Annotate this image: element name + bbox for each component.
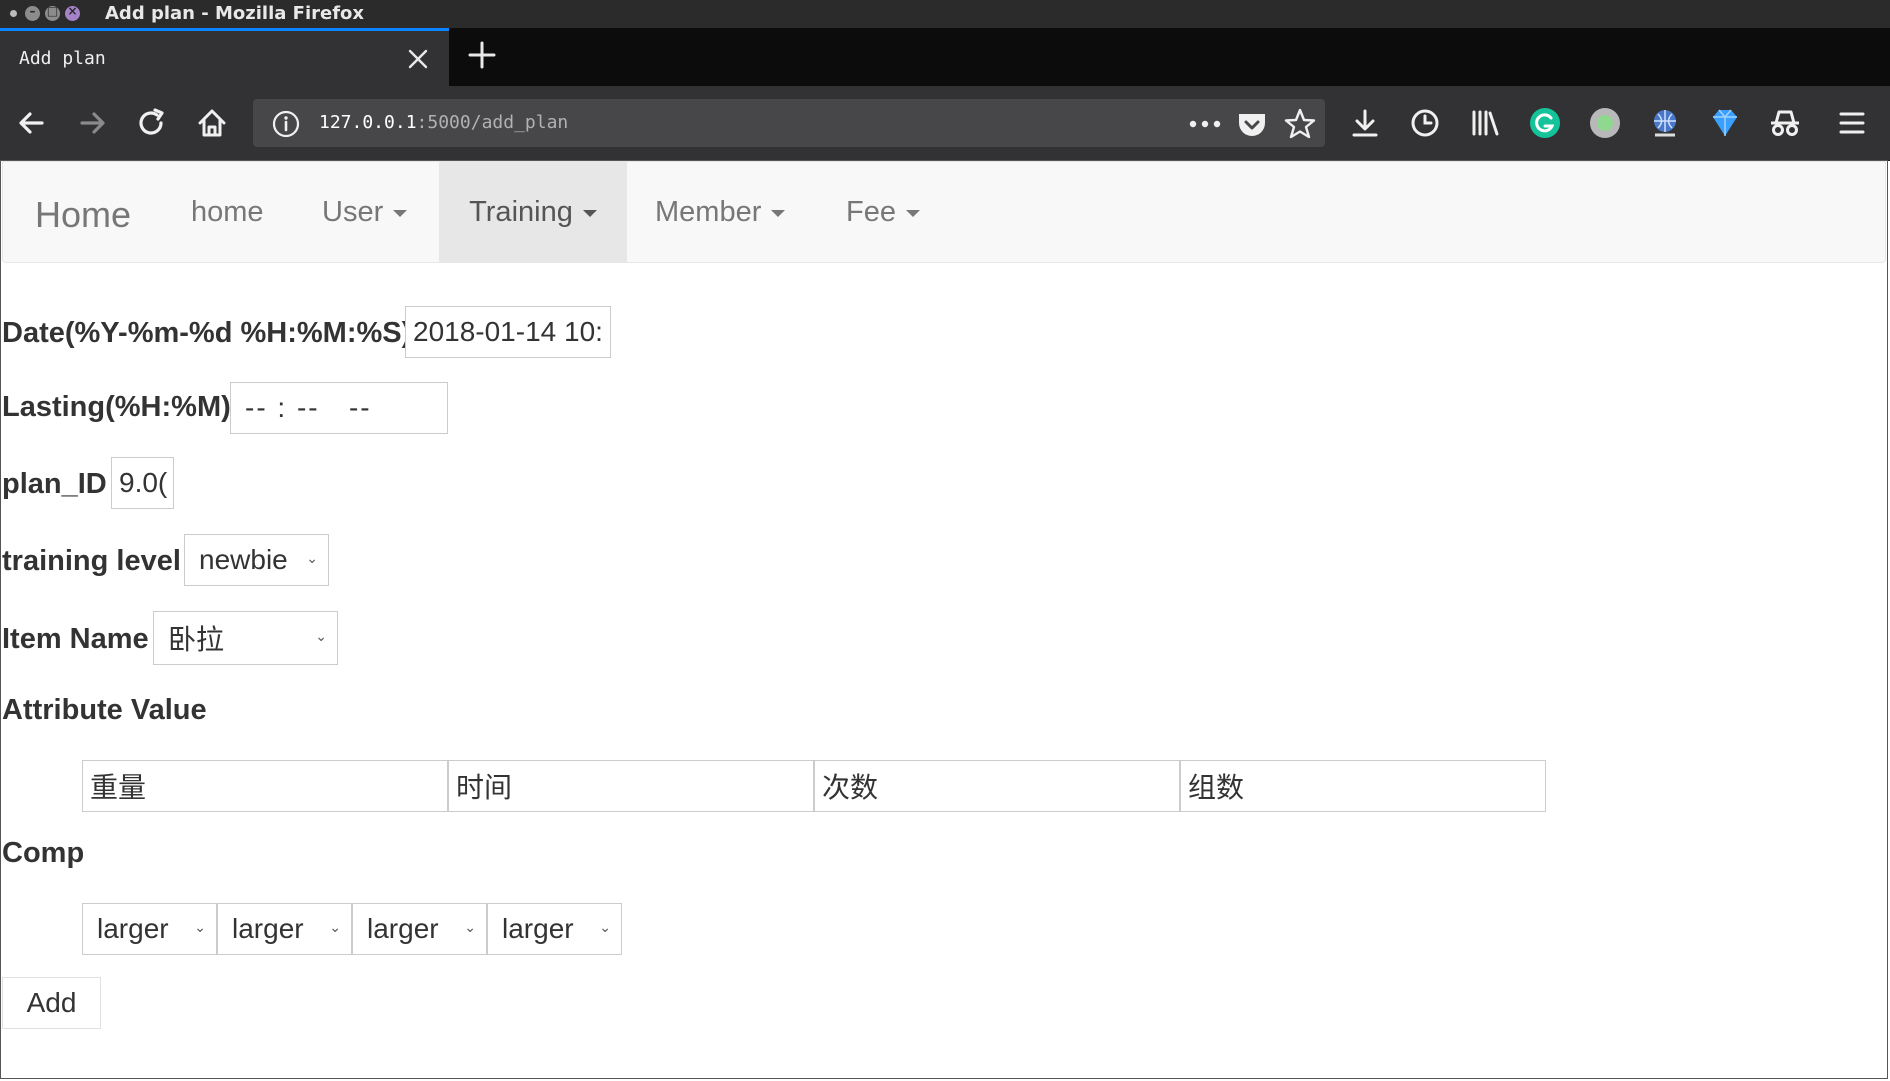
nav-item-training-label: Training bbox=[469, 196, 573, 228]
comp-select-weight[interactable]: larger ⌄ bbox=[82, 903, 217, 955]
comp-value: larger bbox=[232, 913, 304, 944]
comp-value: larger bbox=[367, 913, 439, 944]
grammarly-icon[interactable] bbox=[1525, 103, 1565, 143]
plan-id-label: plan_ID bbox=[2, 468, 107, 500]
navbar-brand[interactable]: Home bbox=[35, 194, 131, 236]
nav-item-home-label: home bbox=[191, 196, 264, 228]
training-level-value: newbie bbox=[199, 544, 288, 575]
nav-item-user-label: User bbox=[322, 196, 384, 228]
caret-down-icon bbox=[771, 209, 786, 217]
url-text[interactable]: 127.0.0.1:5000/add_plan bbox=[319, 112, 568, 133]
maximize-button[interactable]: □ bbox=[45, 4, 60, 21]
attribute-reps-input[interactable]: 次数 bbox=[814, 760, 1180, 812]
chevron-down-icon: ⌄ bbox=[315, 627, 327, 644]
tab-add-plan[interactable]: Add plan bbox=[0, 28, 449, 86]
url-bar[interactable]: 127.0.0.1:5000/add_plan bbox=[253, 99, 1325, 147]
incognito-extension-icon[interactable] bbox=[1765, 103, 1805, 143]
attribute-value-label: Attribute Value bbox=[2, 694, 207, 726]
page-actions-icon[interactable] bbox=[1185, 109, 1225, 139]
comp-value: larger bbox=[97, 913, 169, 944]
new-tab-icon[interactable] bbox=[466, 39, 498, 71]
date-input-value: 2018-01-14 10: bbox=[413, 316, 603, 347]
nav-item-fee[interactable]: Fee bbox=[846, 162, 920, 262]
nav-item-member[interactable]: Member bbox=[655, 162, 786, 262]
window-title: Add plan - Mozilla Firefox bbox=[105, 3, 365, 24]
back-icon[interactable] bbox=[12, 103, 52, 143]
plan-id-input[interactable]: 9.0( bbox=[111, 457, 174, 509]
nav-item-fee-label: Fee bbox=[846, 196, 896, 228]
comp-label: Comp bbox=[2, 837, 85, 869]
minimize-button[interactable]: – bbox=[25, 4, 40, 21]
url-host: 127.0.0.1 bbox=[319, 112, 417, 133]
extension-dot-icon[interactable] bbox=[1585, 103, 1625, 143]
plan-id-input-value: 9.0( bbox=[119, 467, 168, 498]
tab-strip: Add plan bbox=[0, 28, 1890, 86]
bookmark-star-icon[interactable] bbox=[1282, 106, 1318, 142]
caret-down-icon bbox=[582, 209, 597, 217]
item-name-select[interactable]: 卧拉 ⌄ bbox=[153, 611, 338, 665]
caret-down-icon bbox=[905, 209, 920, 217]
comp-select-sets[interactable]: larger ⌄ bbox=[487, 903, 622, 955]
training-level-select[interactable]: newbie ⌄ bbox=[184, 534, 329, 586]
chevron-down-icon: ⌄ bbox=[464, 918, 476, 935]
date-label: Date(%Y-%m-%d %H:%M:%S) bbox=[2, 317, 412, 349]
item-name-value: 卧拉 bbox=[168, 623, 225, 656]
date-input[interactable]: 2018-01-14 10: bbox=[405, 306, 611, 358]
site-info-icon[interactable] bbox=[271, 109, 301, 139]
chevron-down-icon: ⌄ bbox=[599, 918, 611, 935]
home-icon[interactable] bbox=[192, 103, 232, 143]
pocket-icon[interactable] bbox=[1235, 107, 1269, 141]
history-icon[interactable] bbox=[1405, 103, 1445, 143]
lasting-label: Lasting(%H:%M) bbox=[2, 391, 231, 423]
window-titlebar: – □ × Add plan - Mozilla Firefox bbox=[0, 0, 1890, 28]
comp-value: larger bbox=[502, 913, 574, 944]
training-level-label: training level bbox=[2, 545, 181, 577]
globe-extension-icon[interactable] bbox=[1645, 103, 1685, 143]
lasting-time-input[interactable]: -- : -- -- bbox=[230, 382, 448, 434]
downloads-icon[interactable] bbox=[1345, 103, 1385, 143]
tab-label: Add plan bbox=[19, 48, 106, 69]
hamburger-menu-icon[interactable] bbox=[1832, 103, 1872, 143]
sets-placeholder: 组数 bbox=[1188, 771, 1245, 804]
time-placeholder: 时间 bbox=[456, 771, 513, 804]
close-window-button[interactable]: × bbox=[65, 4, 80, 21]
diamond-extension-icon[interactable] bbox=[1705, 103, 1745, 143]
attribute-weight-input[interactable]: 重量 bbox=[82, 760, 448, 812]
nav-item-user[interactable]: User bbox=[322, 162, 408, 262]
window-controls: – □ × bbox=[10, 4, 80, 21]
chevron-down-icon: ⌄ bbox=[194, 918, 206, 935]
attribute-time-input[interactable]: 时间 bbox=[448, 760, 814, 812]
nav-item-home[interactable]: home bbox=[191, 162, 264, 262]
url-path: :5000/add_plan bbox=[416, 112, 569, 133]
browser-toolbar: 127.0.0.1:5000/add_plan bbox=[0, 86, 1890, 161]
lasting-input-value: -- : -- -- bbox=[245, 392, 372, 423]
library-icon[interactable] bbox=[1465, 103, 1505, 143]
chevron-down-icon: ⌄ bbox=[306, 549, 318, 566]
window-menu-dot[interactable] bbox=[10, 10, 17, 17]
nav-item-member-label: Member bbox=[655, 196, 762, 228]
chevron-down-icon: ⌄ bbox=[329, 918, 341, 935]
reload-icon[interactable] bbox=[132, 103, 172, 143]
close-tab-icon[interactable] bbox=[404, 45, 432, 73]
caret-down-icon bbox=[393, 209, 408, 217]
item-name-label: Item Name bbox=[2, 623, 149, 655]
forward-icon[interactable] bbox=[72, 103, 112, 143]
nav-item-training[interactable]: Training bbox=[439, 162, 627, 262]
comp-select-reps[interactable]: larger ⌄ bbox=[352, 903, 487, 955]
add-button[interactable]: Add bbox=[2, 977, 101, 1029]
site-navbar: Home home User Training Member Fee bbox=[2, 161, 1886, 263]
weight-placeholder: 重量 bbox=[90, 771, 147, 804]
comp-select-time[interactable]: larger ⌄ bbox=[217, 903, 352, 955]
reps-placeholder: 次数 bbox=[822, 771, 879, 804]
attribute-sets-input[interactable]: 组数 bbox=[1180, 760, 1546, 812]
